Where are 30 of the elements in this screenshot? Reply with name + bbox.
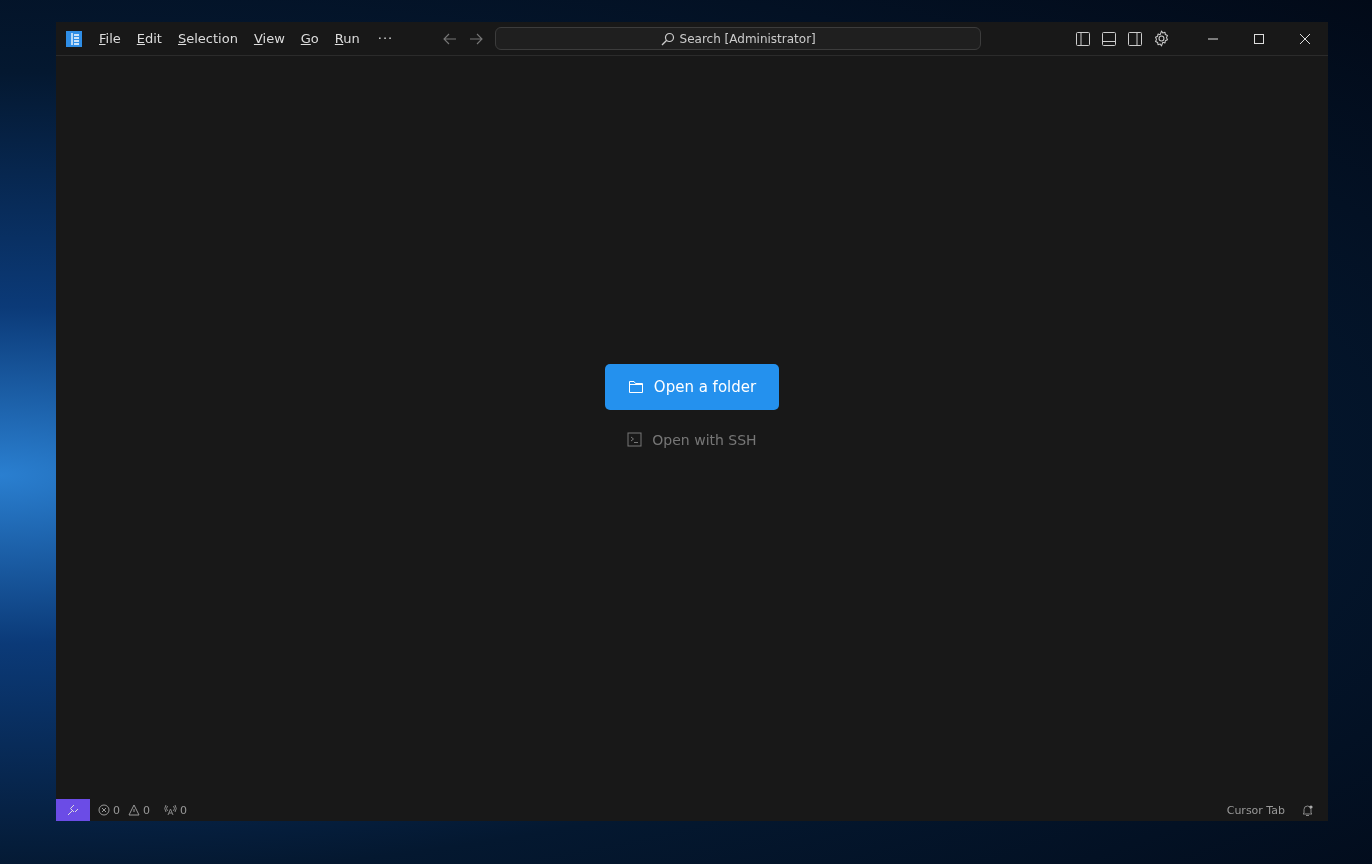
menu-item[interactable]: View [245, 31, 293, 46]
warning-count: 0 [143, 803, 150, 817]
menu-item[interactable]: Edit [128, 31, 170, 46]
back-arrow-icon[interactable] [443, 31, 458, 46]
error-icon [98, 804, 110, 816]
search-icon [660, 31, 675, 46]
close-icon[interactable] [1299, 32, 1311, 45]
terminal-icon [627, 432, 643, 447]
cursor-tab-status[interactable]: Cursor Tab [1226, 803, 1285, 817]
more-menu-button[interactable]: ··· [367, 31, 404, 46]
settings-icon[interactable] [1153, 30, 1170, 47]
menu-item[interactable]: Run [326, 31, 368, 46]
ports-count: 0 [180, 803, 187, 817]
menu-item[interactable]: File [91, 31, 129, 46]
toggle-right-panel-icon[interactable] [1127, 30, 1143, 47]
broadcast-icon [164, 804, 177, 816]
menu-item[interactable]: Go [292, 31, 327, 46]
maximize-icon[interactable] [1253, 32, 1265, 45]
menu-item[interactable]: Selection [169, 31, 246, 46]
warning-icon [128, 804, 140, 816]
toggle-bottom-panel-icon[interactable] [1101, 30, 1117, 47]
bell-icon[interactable] [1301, 803, 1314, 817]
error-count: 0 [113, 803, 120, 817]
folder-icon [627, 379, 644, 394]
open-ssh-button[interactable]: Open with SSH [619, 427, 765, 452]
forward-arrow-icon[interactable] [469, 31, 484, 46]
toggle-left-panel-icon[interactable] [1075, 30, 1091, 47]
app-logo-icon [66, 30, 82, 47]
remote-icon [67, 804, 79, 816]
search-bar[interactable]: Search [Administrator] [495, 27, 982, 50]
